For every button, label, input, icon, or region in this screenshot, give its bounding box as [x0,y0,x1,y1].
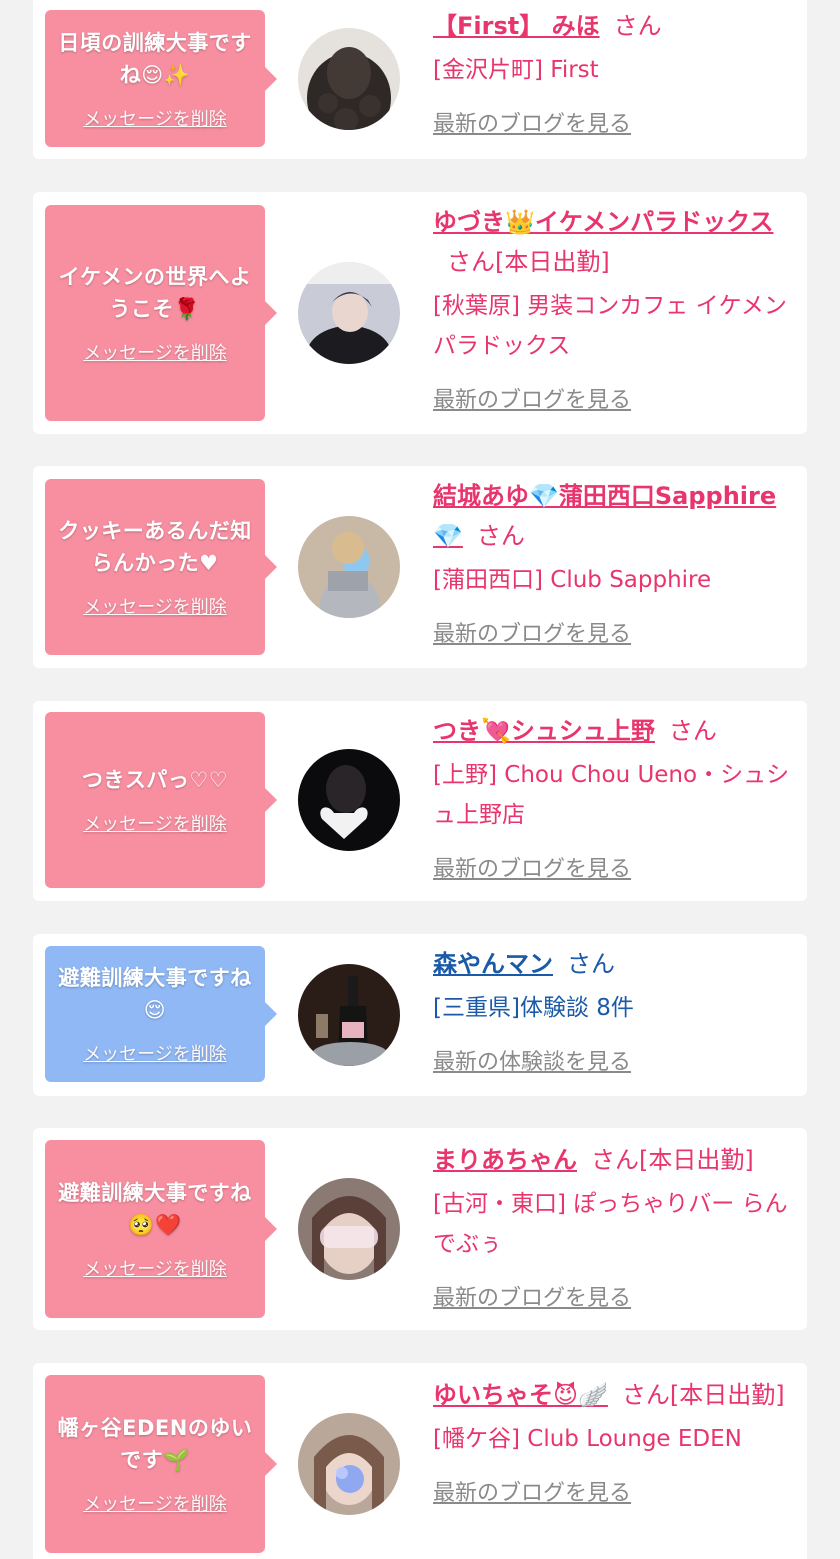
avatar-image [298,749,400,851]
cast-name-link[interactable]: 森やんマン [433,950,553,978]
avatar-image [298,1178,400,1280]
delete-message-link[interactable]: メッセージを削除 [83,1490,227,1516]
message-card: 日頃の訓練大事ですね😌✨ メッセージを削除 【First】 みほ さん [金沢片町… [33,0,807,159]
cast-suffix: さん[本日出勤] [621,1381,785,1409]
cast-name-link[interactable]: ゆづき👑イケメンパラドックス [433,208,773,236]
cast-suffix: さん[本日出勤] [591,1146,754,1174]
cast-info: 結城あゆ💎蒲田西口Sapphire💎 さん [蒲田西口] Club Sapphir… [433,476,793,648]
latest-blog-link[interactable]: 最新のブログを見る [433,382,631,414]
message-text: 避難訓練大事ですね😌 [58,966,252,1022]
avatar[interactable] [298,1178,400,1280]
latest-blog-link[interactable]: 最新のブログを見る [433,1475,631,1507]
cast-name-link[interactable]: 【First】 みほ [433,12,600,40]
message-text: 避難訓練大事ですね🥺❤️ [58,1181,252,1237]
cast-suffix: さん [476,522,525,550]
delete-message-link[interactable]: メッセージを削除 [83,339,227,365]
latest-blog-link[interactable]: 最新のブログを見る [433,1280,631,1312]
avatar[interactable] [298,28,400,130]
message-bubble: 避難訓練大事ですね🥺❤️ メッセージを削除 [45,1140,277,1318]
message-text: つきスパっ♡♡ [81,768,229,792]
message-bubble: 幡ヶ谷EDENのゆいです🌱 メッセージを削除 [45,1375,277,1553]
message-card: 避難訓練大事ですね😌 メッセージを削除 森やんマン さん [三重県]体験談 8件 … [33,934,807,1096]
latest-blog-link[interactable]: 最新のブログを見る [433,851,631,883]
latest-blog-link[interactable]: 最新のブログを見る [433,616,631,648]
latest-review-link[interactable]: 最新の体験談を見る [433,1044,631,1076]
delete-message-link[interactable]: メッセージを削除 [83,1040,227,1066]
avatar-image [298,516,400,618]
avatar[interactable] [298,516,400,618]
message-bubble: クッキーあるんだ知らんかった♥ メッセージを削除 [45,479,277,655]
avatar[interactable] [298,964,400,1066]
message-bubble: イケメンの世界へようこそ🌹 メッセージを削除 [45,205,277,421]
shop-label: [秋葉原] 男装コンカフェ イケメンパラドックス [433,293,787,359]
avatar[interactable] [298,749,400,851]
shop-label: [上野] Chou Chou Ueno・シュシュ上野店 [433,762,790,828]
avatar-image [298,1413,400,1515]
message-text: イケメンの世界へようこそ🌹 [58,265,252,321]
shop-label: [金沢片町] First [433,57,599,83]
delete-message-link[interactable]: メッセージを削除 [83,593,227,619]
cast-info: まりあちゃん さん[本日出勤] [古河・東口] ぽっちゃりバー らんでぶぅ 最新の… [433,1140,793,1312]
message-text: 日頃の訓練大事ですね😌✨ [58,30,252,87]
cast-suffix: さん [613,12,662,40]
message-bubble: 避難訓練大事ですね😌 メッセージを削除 [45,946,277,1082]
avatar[interactable] [298,1413,400,1515]
avatar[interactable] [298,262,400,364]
latest-blog-link[interactable]: 最新のブログを見る [433,106,631,138]
shop-label: [三重県]体験談 8件 [433,995,634,1021]
cast-name-link[interactable]: ゆいちゃそ😈🪽 [433,1381,608,1409]
avatar-image [298,28,400,130]
delete-message-link[interactable]: メッセージを削除 [83,1255,227,1281]
cast-info: 【First】 みほ さん [金沢片町] First 最新のブログを見る [433,6,793,138]
cast-name-link[interactable]: まりあちゃん [433,1146,577,1174]
cast-info: 森やんマン さん [三重県]体験談 8件 最新の体験談を見る [433,944,793,1076]
message-text: クッキーあるんだ知らんかった♥ [58,519,252,575]
message-bubble: つきスパっ♡♡ メッセージを削除 [45,712,277,888]
avatar-image [298,964,400,1066]
cast-info: ゆづき👑イケメンパラドックスさん[本日出勤] [秋葉原] 男装コンカフェ イケメ… [433,202,793,414]
delete-message-link[interactable]: メッセージを削除 [83,105,227,131]
message-card: クッキーあるんだ知らんかった♥ メッセージを削除 結城あゆ💎蒲田西口Sapphi… [33,466,807,668]
shop-label: [蒲田西口] Club Sapphire [433,567,712,593]
cast-suffix: さん[本日出勤] [447,248,610,276]
avatar-image [298,262,400,364]
message-card: 幡ヶ谷EDENのゆいです🌱 メッセージを削除 ゆいちゃそ😈🪽 さん[本日出勤] [… [33,1363,807,1559]
cast-suffix: さん [668,717,717,745]
cast-info: ゆいちゃそ😈🪽 さん[本日出勤] [幡ケ谷] Club Lounge EDEN 最… [433,1375,793,1507]
shop-label: [幡ケ谷] Club Lounge EDEN [433,1426,742,1452]
message-card: つきスパっ♡♡ メッセージを削除 つき💘シュシュ上野 さん [上野] Chou C… [33,701,807,901]
shop-label: [古河・東口] ぽっちゃりバー らんでぶぅ [433,1191,788,1257]
cast-name-link[interactable]: つき💘シュシュ上野 [433,717,655,745]
message-card: イケメンの世界へようこそ🌹 メッセージを削除 ゆづき👑イケメンパラドックスさん[… [33,192,807,434]
message-card: 避難訓練大事ですね🥺❤️ メッセージを削除 まりあちゃん さん[本日出勤] [古河… [33,1128,807,1330]
cast-info: つき💘シュシュ上野 さん [上野] Chou Chou Ueno・シュシュ上野店 … [433,711,793,883]
delete-message-link[interactable]: メッセージを削除 [83,810,227,836]
cast-suffix: さん [567,950,615,978]
message-text: 幡ヶ谷EDENのゆいです🌱 [57,1416,253,1472]
message-bubble: 日頃の訓練大事ですね😌✨ メッセージを削除 [45,10,277,147]
